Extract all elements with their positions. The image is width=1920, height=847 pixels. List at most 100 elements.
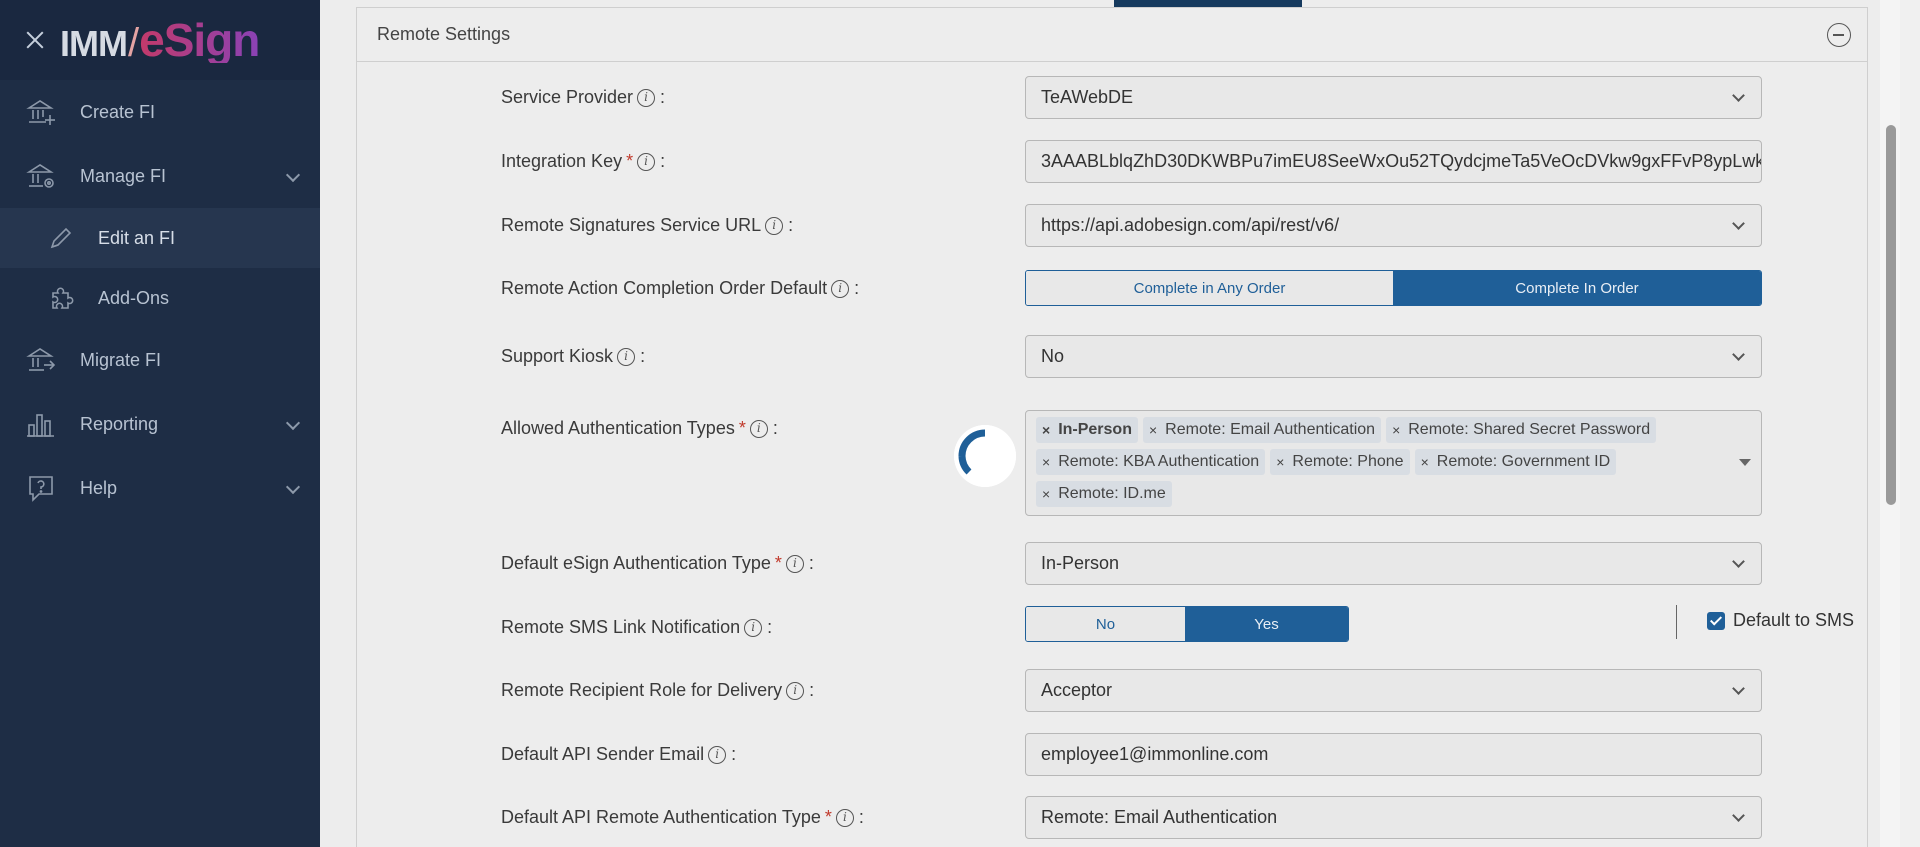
chevron-down-icon <box>1732 217 1745 230</box>
info-icon[interactable]: i <box>617 347 636 366</box>
label-colon: : <box>808 553 814 573</box>
default-to-sms-checkbox[interactable]: Default to SMS <box>1707 610 1854 631</box>
chip[interactable]: × Remote: Shared Secret Password <box>1386 417 1657 443</box>
remove-icon[interactable]: × <box>1421 454 1429 470</box>
label-text: Default API Sender Email <box>501 744 705 764</box>
label-colon: : <box>858 807 864 827</box>
allowed-auth-multiselect[interactable]: × In-Person × Remote: Email Authentication ×… <box>1025 410 1762 516</box>
vertical-scrollbar[interactable] <box>1880 0 1900 847</box>
spinner-icon <box>954 425 1016 487</box>
option-no[interactable]: No <box>1026 607 1186 641</box>
chip[interactable]: × Remote: Government ID <box>1414 449 1617 475</box>
remove-icon[interactable]: × <box>1042 486 1050 502</box>
sidebar-item-label: Migrate FI <box>80 349 162 370</box>
chip[interactable]: × Remote: Email Authentication <box>1142 417 1382 443</box>
select-value: In-Person <box>1041 553 1120 573</box>
remove-icon[interactable]: × <box>1276 454 1284 470</box>
info-icon[interactable]: i <box>744 618 763 637</box>
info-icon[interactable]: i <box>637 88 656 107</box>
bank-gear-icon <box>26 161 56 191</box>
label-colon: : <box>640 346 646 366</box>
chip-label: Remote: Email Authentication <box>1165 421 1376 438</box>
checkbox-checked-icon[interactable] <box>1707 611 1725 630</box>
remote-settings-panel: Remote Settings Service Provider i: TeAW… <box>356 7 1868 847</box>
close-icon[interactable] <box>22 27 48 53</box>
remove-icon[interactable]: × <box>1042 454 1050 470</box>
api-remote-auth-select[interactable]: Remote: Email Authentication <box>1025 796 1762 839</box>
required-asterisk: * <box>774 553 782 573</box>
info-icon[interactable]: i <box>785 554 804 573</box>
required-asterisk: * <box>738 418 746 438</box>
support-kiosk-select[interactable]: No <box>1025 335 1762 378</box>
info-icon[interactable]: i <box>835 808 854 827</box>
chip-label: Remote: Shared Secret Password <box>1408 421 1651 438</box>
sms-notification-toggle: No Yes <box>1025 606 1349 642</box>
checkbox-label: Default to SMS <box>1733 610 1855 630</box>
sidebar: IMM / eSign Create FI Manage FI Edit an … <box>0 0 320 847</box>
info-icon[interactable]: i <box>786 681 805 700</box>
label-text: Remote Signatures Service URL <box>501 215 762 235</box>
input-value: employee1@immonline.com <box>1041 744 1269 764</box>
sidebar-item-label: Help <box>80 477 118 498</box>
sidebar-item-edit-fi[interactable]: Edit an FI <box>0 208 320 268</box>
caret-down-icon[interactable] <box>1739 459 1751 466</box>
sidebar-item-label: Manage FI <box>80 165 167 186</box>
remove-icon[interactable]: × <box>1042 422 1050 438</box>
sidebar-item-label: Create FI <box>80 101 156 122</box>
required-asterisk: * <box>824 807 832 827</box>
chip[interactable]: × Remote: ID.me <box>1036 481 1172 507</box>
chevron-down-icon <box>1732 348 1745 361</box>
label-text: Remote Action Completion Order Default <box>501 278 828 298</box>
chip-label: In-Person <box>1058 421 1132 438</box>
chevron-down-icon <box>1732 682 1745 695</box>
chevron-down-icon <box>1732 89 1745 102</box>
sidebar-item-create-fi[interactable]: Create FI <box>0 80 320 144</box>
remove-icon[interactable]: × <box>1149 422 1157 438</box>
sidebar-item-help[interactable]: Help <box>0 456 320 520</box>
field-label: Service Provider i: <box>501 87 665 108</box>
recipient-role-select[interactable]: Acceptor <box>1025 669 1762 712</box>
main-content: Remote Settings Service Provider i: TeAW… <box>320 0 1900 847</box>
chip[interactable]: × In-Person <box>1036 417 1138 443</box>
option-in-order[interactable]: Complete In Order <box>1393 271 1761 305</box>
remove-icon[interactable]: × <box>1392 422 1400 438</box>
info-icon[interactable]: i <box>749 419 768 438</box>
default-auth-select[interactable]: In-Person <box>1025 542 1762 585</box>
panel-header[interactable]: Remote Settings <box>357 8 1867 62</box>
sidebar-item-migrate-fi[interactable]: Migrate FI <box>0 328 320 392</box>
puzzle-icon <box>48 285 74 311</box>
info-icon[interactable]: i <box>637 152 656 171</box>
label-colon: : <box>660 151 666 171</box>
sidebar-item-add-ons[interactable]: Add-Ons <box>0 268 320 328</box>
label-text: Service Provider <box>501 87 634 107</box>
sidebar-item-reporting[interactable]: Reporting <box>0 392 320 456</box>
service-provider-select[interactable]: TeAWebDE <box>1025 76 1762 119</box>
info-icon[interactable]: i <box>708 745 727 764</box>
label-text: Remote SMS Link Notification <box>501 617 741 637</box>
field-label: Remote Recipient Role for Delivery i: <box>501 680 814 701</box>
integration-key-input[interactable]: 3AAABLblqZhD30DKWBPu7imEU8SeeWxOu52TQydc… <box>1025 140 1762 183</box>
option-any-order[interactable]: Complete in Any Order <box>1026 271 1393 305</box>
label-text: Default eSign Authentication Type <box>501 553 771 573</box>
info-icon[interactable]: i <box>765 216 784 235</box>
field-label: Integration Key * i: <box>501 151 665 172</box>
service-url-select[interactable]: https://api.adobesign.com/api/rest/v6/ <box>1025 204 1762 247</box>
sender-email-input[interactable]: employee1@immonline.com <box>1025 733 1762 776</box>
field-label: Support Kiosk i: <box>501 346 645 367</box>
collapse-icon[interactable] <box>1827 23 1851 47</box>
logo-imm: IMM <box>60 23 128 64</box>
option-yes[interactable]: Yes <box>1185 607 1348 641</box>
active-tab-indicator <box>1114 0 1302 7</box>
chip[interactable]: × Remote: Phone <box>1270 449 1410 475</box>
chevron-down-icon <box>1732 555 1745 568</box>
scrollbar-thumb[interactable] <box>1886 125 1896 505</box>
sidebar-item-manage-fi[interactable]: Manage FI <box>0 144 320 208</box>
chip[interactable]: × Remote: KBA Authentication <box>1036 449 1266 475</box>
field-label: Remote Action Completion Order Default i… <box>501 278 859 299</box>
info-icon[interactable]: i <box>831 279 850 298</box>
chip-label: Remote: Government ID <box>1436 453 1611 470</box>
label-colon: : <box>788 215 794 235</box>
label-text: Remote Recipient Role for Delivery <box>501 680 783 700</box>
chevron-down-icon <box>285 167 301 183</box>
chip-label: Remote: ID.me <box>1058 485 1166 502</box>
